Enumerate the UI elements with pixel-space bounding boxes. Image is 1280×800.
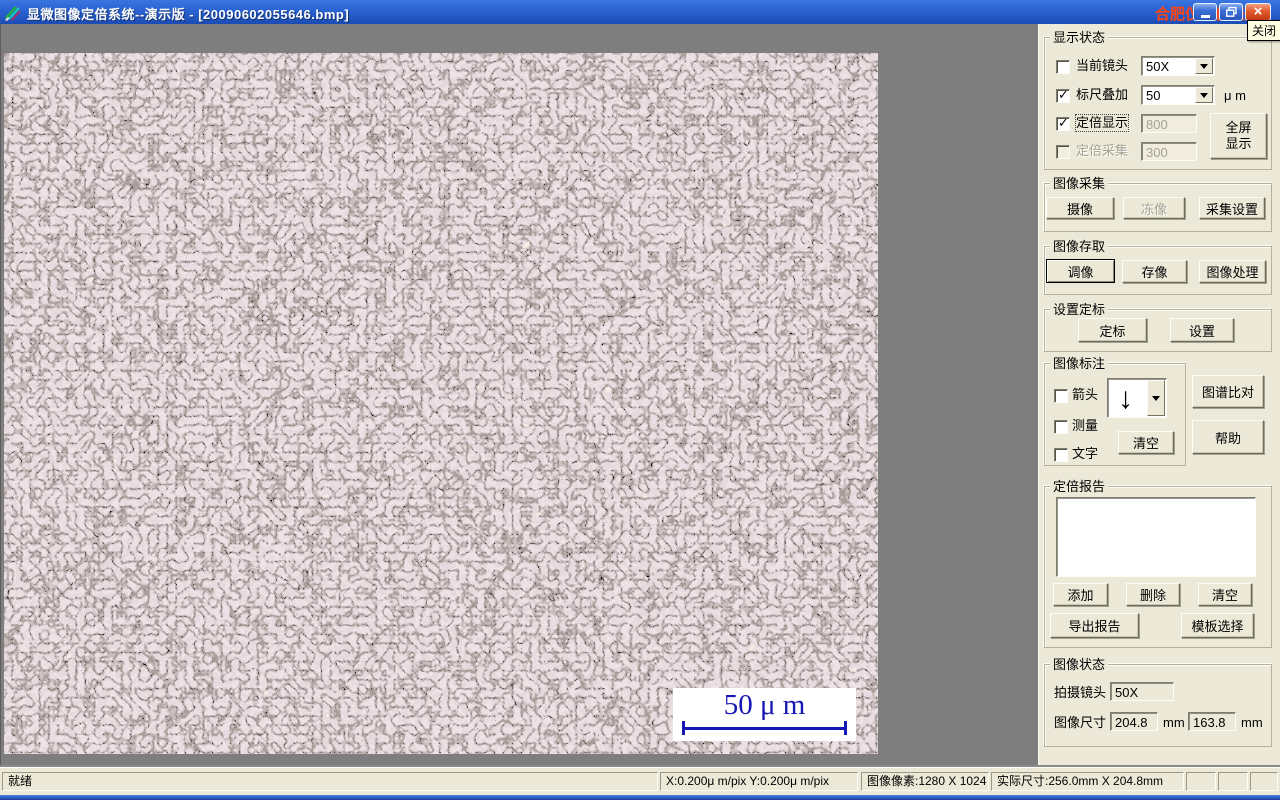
status-image-pixels: 图像像素:1280 X 1024: [861, 772, 989, 791]
dropdown-button[interactable]: [1195, 58, 1213, 74]
scale-unit-label: μ m: [1224, 88, 1246, 103]
label-current-lens: 当前镜头: [1076, 58, 1129, 73]
dropdown-arrow-icon: [1200, 63, 1208, 69]
clear-report-button[interactable]: 清空: [1198, 583, 1252, 606]
height-unit-label: mm: [1241, 715, 1263, 730]
restore-icon: [1225, 7, 1237, 17]
status-empty-1: [1186, 772, 1216, 791]
scale-combo-value: 50: [1146, 88, 1161, 103]
scale-bar-label: 50 μ m: [723, 689, 806, 721]
delete-button[interactable]: 删除: [1126, 583, 1180, 606]
scale-bar-line: [682, 727, 847, 730]
lens-field-label: 拍摄镜头: [1054, 685, 1107, 700]
width-field: 204.8: [1110, 712, 1158, 731]
dropdown-arrow-icon: [1152, 395, 1160, 401]
status-bar: 就绪 X:0.200μ m/pix Y:0.200μ m/pix 图像像素:12…: [0, 767, 1280, 796]
text-checkbox-label: 文字: [1072, 446, 1099, 461]
clear-annotation-button[interactable]: 清空: [1118, 431, 1174, 454]
settings-button[interactable]: 设置: [1170, 318, 1234, 342]
fixed-display-field: 800: [1141, 114, 1197, 133]
fullscreen-button[interactable]: 全屏 显示: [1210, 113, 1267, 159]
width-unit-label: mm: [1163, 715, 1185, 730]
scale-bar-tick-left: [682, 721, 685, 735]
window-title: 显微图像定倍系统--演示版 - [20090602055646.bmp]: [27, 7, 350, 22]
arrow-style-combo[interactable]: ↓: [1107, 378, 1167, 418]
help-button[interactable]: 帮助: [1192, 420, 1264, 454]
load-image-button[interactable]: 调像: [1046, 259, 1115, 283]
restore-button[interactable]: [1219, 3, 1243, 21]
checkbox-current-lens[interactable]: [1056, 60, 1070, 74]
group-title: 图像状态: [1050, 657, 1109, 672]
close-button[interactable]: ×: [1245, 3, 1271, 21]
image-process-button[interactable]: 图像处理: [1199, 260, 1266, 283]
capture-button[interactable]: 摄像: [1046, 197, 1114, 219]
scale-bar: 50 μ m: [673, 688, 856, 741]
checkbox-scale-overlay[interactable]: ✓: [1056, 87, 1070, 103]
dropdown-arrow-icon: [1200, 92, 1208, 98]
group-title: 设置定标: [1050, 302, 1109, 317]
titlebar: 显微图像定倍系统--演示版 - [20090602055646.bmp] 合肥仪…: [0, 0, 1280, 25]
capture-settings-button[interactable]: 采集设置: [1199, 197, 1265, 219]
lens-field: 50X: [1110, 682, 1174, 701]
group-title: 图像标注: [1050, 356, 1109, 371]
export-report-button[interactable]: 导出报告: [1050, 613, 1139, 638]
template-select-button[interactable]: 模板选择: [1181, 613, 1254, 638]
group-title: 图像存取: [1050, 239, 1109, 254]
scale-bar-tick-right: [844, 721, 847, 735]
lens-combo-value: 50X: [1146, 59, 1170, 74]
down-arrow-icon: ↓: [1118, 382, 1133, 415]
fullscreen-label-1: 全屏: [1225, 120, 1252, 135]
calibrate-button[interactable]: 定标: [1078, 318, 1147, 342]
measure-checkbox[interactable]: [1054, 420, 1068, 434]
close-tooltip: 关闭: [1247, 20, 1280, 41]
arrow-checkbox[interactable]: [1054, 389, 1068, 403]
group-title: 显示状态: [1050, 30, 1109, 45]
save-image-button[interactable]: 存像: [1122, 260, 1187, 283]
status-empty-2: [1218, 772, 1248, 791]
status-pixel-scale: X:0.200μ m/pix Y:0.200μ m/pix: [660, 772, 858, 791]
scale-combo[interactable]: 50: [1141, 85, 1215, 105]
window-bottom-border: [0, 795, 1280, 800]
group-image-status: 图像状态: [1044, 657, 1272, 747]
label-scale-overlay: 标尺叠加: [1076, 87, 1129, 102]
add-button[interactable]: 添加: [1053, 583, 1108, 606]
fullscreen-label-2: 显示: [1225, 136, 1252, 151]
dropdown-button[interactable]: [1195, 87, 1213, 103]
micrograph-image[interactable]: 50 μ m: [4, 53, 878, 754]
status-empty-3: [1250, 772, 1278, 791]
freeze-button: 冻像: [1123, 197, 1185, 219]
check-icon: ✓: [1058, 87, 1069, 102]
label-fixed-display: 定倍显示: [1074, 114, 1130, 132]
checkbox-fixed-display[interactable]: ✓: [1056, 115, 1070, 131]
minimize-button[interactable]: [1193, 3, 1217, 21]
mdi-background: 50 μ m: [0, 24, 1038, 767]
checkbox-fixed-capture: [1056, 145, 1070, 159]
group-title: 定倍报告: [1050, 479, 1109, 494]
minimize-icon: [1200, 14, 1210, 18]
status-ready: 就绪: [2, 772, 658, 791]
application-window: 显微图像定倍系统--演示版 - [20090602055646.bmp] 合肥仪…: [0, 0, 1280, 800]
micrograph-texture: [4, 53, 878, 754]
atlas-compare-button[interactable]: 图谱比对: [1192, 375, 1264, 408]
height-field: 163.8: [1188, 712, 1236, 731]
close-icon: ×: [1253, 3, 1263, 20]
size-field-label: 图像尺寸: [1054, 715, 1107, 730]
measure-checkbox-label: 测量: [1072, 418, 1099, 433]
status-actual-size: 实际尺寸:256.0mm X 204.8mm: [991, 772, 1184, 791]
arrow-checkbox-label: 箭头: [1072, 387, 1099, 402]
dropdown-button[interactable]: [1147, 380, 1165, 416]
lens-combo[interactable]: 50X: [1141, 56, 1215, 76]
paint-brush-icon: [5, 6, 21, 21]
report-listbox[interactable]: [1056, 497, 1256, 577]
group-title: 图像采集: [1050, 176, 1109, 191]
label-fixed-capture: 定倍采集: [1076, 143, 1129, 158]
check-icon: ✓: [1058, 115, 1069, 130]
text-checkbox[interactable]: [1054, 448, 1068, 462]
fixed-capture-field: 300: [1141, 142, 1197, 161]
